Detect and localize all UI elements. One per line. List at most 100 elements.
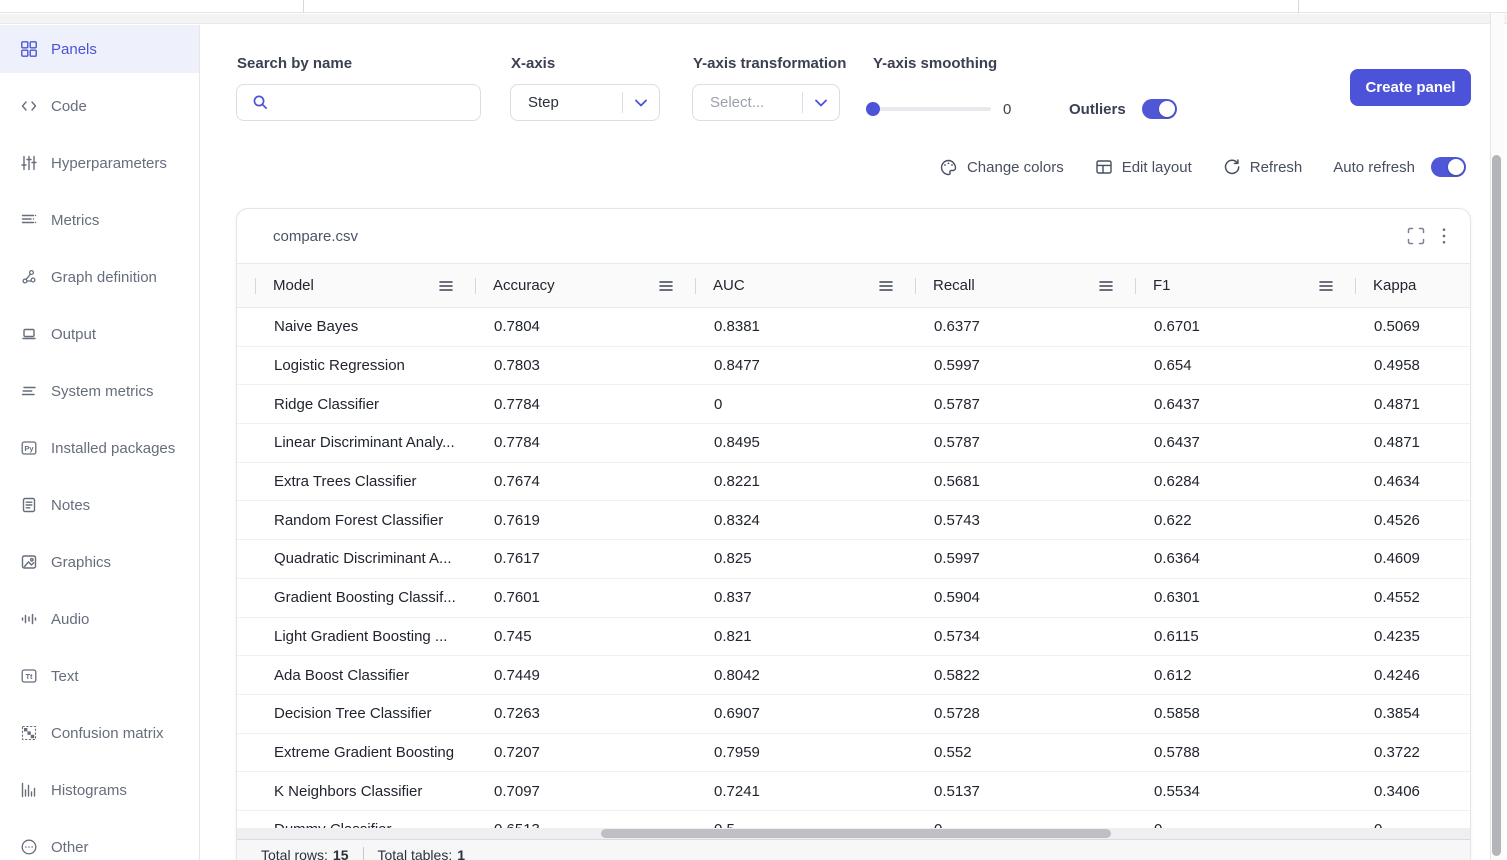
- table-row[interactable]: Naive Bayes0.78040.83810.63770.67010.506…: [237, 308, 1471, 347]
- column-label: AUC: [713, 277, 745, 294]
- image-icon: [20, 553, 38, 571]
- table-cell: 0.8324: [695, 501, 915, 539]
- column-divider: [1355, 278, 1356, 294]
- column-menu-icon[interactable]: [659, 280, 673, 292]
- chrome-divider: [303, 0, 304, 13]
- column-header-cell[interactable]: Accuracy: [475, 264, 695, 307]
- table-column-header: Model Accuracy AUC Recall F1 Kappa: [237, 263, 1470, 308]
- column-header-cell[interactable]: AUC: [695, 264, 915, 307]
- xaxis-selected-value: Step: [528, 94, 622, 111]
- column-header-cell[interactable]: F1: [1135, 264, 1355, 307]
- table-cell: 0.5822: [915, 656, 1135, 694]
- table-row[interactable]: Logistic Regression0.78030.84770.59970.6…: [237, 347, 1471, 386]
- column-menu-icon[interactable]: [1099, 280, 1113, 292]
- table-row[interactable]: Gradient Boosting Classif...0.76010.8370…: [237, 579, 1471, 618]
- sidebar-item-audio[interactable]: Audio: [0, 595, 199, 643]
- ellipsis-circle-icon: [20, 838, 38, 856]
- table-cell: 0.6907: [695, 695, 915, 733]
- search-input[interactable]: [279, 88, 478, 118]
- table-cell: 0.7803: [475, 347, 695, 385]
- table-row[interactable]: Extra Trees Classifier0.76740.82210.5681…: [237, 463, 1471, 502]
- system-lines-icon: [20, 382, 38, 400]
- table-row[interactable]: Light Gradient Boosting ...0.7450.8210.5…: [237, 618, 1471, 657]
- table-cell: 0.821: [695, 618, 915, 656]
- column-label: Recall: [933, 277, 975, 294]
- column-menu-icon[interactable]: [439, 280, 453, 292]
- table-cell: 0.6377: [915, 308, 1135, 346]
- sidebar-item-code[interactable]: Code: [0, 82, 199, 130]
- vertical-scrollbar-thumb[interactable]: [1492, 155, 1501, 856]
- sidebar-item-hyperparameters[interactable]: Hyperparameters: [0, 139, 199, 187]
- xaxis-select[interactable]: Step: [510, 84, 660, 121]
- table-cell: 0.8381: [695, 308, 915, 346]
- chevron-down-icon: [623, 99, 659, 107]
- table-cell: 0.7263: [475, 695, 695, 733]
- sidebar-item-panels[interactable]: Panels: [0, 25, 199, 73]
- column-label: Model: [273, 277, 314, 294]
- column-header-cell[interactable]: Model: [255, 264, 475, 307]
- horizontal-scrollbar-thumb[interactable]: [601, 829, 1111, 838]
- sidebar-item-other[interactable]: Other: [0, 823, 199, 860]
- auto-refresh-toggle[interactable]: [1431, 157, 1466, 177]
- table-cell: 0.3406: [1355, 772, 1471, 810]
- column-header-cell[interactable]: Kappa: [1355, 264, 1470, 307]
- table-cell: 0.622: [1135, 501, 1355, 539]
- column-label: F1: [1153, 277, 1171, 294]
- change-colors-button[interactable]: Change colors: [939, 158, 1064, 177]
- table-cell: 0.5997: [915, 347, 1135, 385]
- layout-icon: [1095, 158, 1113, 176]
- sidebar: Panels Code Hyperparameters Metrics Grap…: [0, 25, 200, 860]
- column-menu-icon[interactable]: [879, 280, 893, 292]
- table-row[interactable]: Random Forest Classifier0.76190.83240.57…: [237, 501, 1471, 540]
- table-cell: 0.4871: [1355, 385, 1471, 423]
- panels-grid-icon: [20, 40, 38, 58]
- sidebar-item-text[interactable]: Tt Text: [0, 652, 199, 700]
- table-cell: 0.5788: [1135, 734, 1355, 772]
- column-menu-icon[interactable]: [1319, 280, 1333, 292]
- chrome-divider: [1298, 0, 1299, 13]
- sidebar-item-graphics[interactable]: Graphics: [0, 538, 199, 586]
- table-cell: 0.6284: [1135, 463, 1355, 501]
- sidebar-item-system-metrics[interactable]: System metrics: [0, 367, 199, 415]
- table-row[interactable]: Ada Boost Classifier0.74490.80420.58220.…: [237, 656, 1471, 695]
- table-row[interactable]: Ridge Classifier0.778400.57870.64370.487…: [237, 385, 1471, 424]
- table-cell: 0.4634: [1355, 463, 1471, 501]
- table-cell: 0.612: [1135, 656, 1355, 694]
- table-cell: 0: [695, 385, 915, 423]
- outliers-toggle[interactable]: [1142, 99, 1177, 119]
- column-header-cell[interactable]: Recall: [915, 264, 1135, 307]
- python-package-icon: Py: [20, 439, 38, 457]
- table-row[interactable]: K Neighbors Classifier0.70970.72410.5137…: [237, 772, 1471, 811]
- table-cell: 0.825: [695, 540, 915, 578]
- table-cell: Linear Discriminant Analy...: [255, 424, 475, 462]
- kebab-menu-icon[interactable]: [1442, 228, 1446, 244]
- sidebar-item-histograms[interactable]: Histograms: [0, 766, 199, 814]
- edit-layout-button[interactable]: Edit layout: [1095, 158, 1192, 176]
- table-cell: Random Forest Classifier: [255, 501, 475, 539]
- smoothing-slider[interactable]: [867, 107, 991, 111]
- refresh-button[interactable]: Refresh: [1223, 158, 1303, 176]
- slider-thumb[interactable]: [866, 102, 880, 116]
- sidebar-item-confusion-matrix[interactable]: Confusion matrix: [0, 709, 199, 757]
- sidebar-item-label: System metrics: [51, 383, 154, 400]
- sidebar-item-graph-definition[interactable]: Graph definition: [0, 253, 199, 301]
- ysmooth-label: Y-axis smoothing: [873, 55, 997, 72]
- sidebar-item-label: Hyperparameters: [51, 155, 167, 172]
- sidebar-item-installed-packages[interactable]: Py Installed packages: [0, 424, 199, 472]
- table-cell: 0.7784: [475, 385, 695, 423]
- sidebar-item-notes[interactable]: Notes: [0, 481, 199, 529]
- ytrans-placeholder: Select...: [710, 94, 802, 111]
- graph-nodes-icon: [20, 268, 38, 286]
- table-cell: 0.552: [915, 734, 1135, 772]
- create-panel-button[interactable]: Create panel: [1350, 69, 1471, 106]
- sidebar-item-label: Text: [51, 668, 79, 685]
- table-row[interactable]: Quadratic Discriminant A...0.76170.8250.…: [237, 540, 1471, 579]
- table-row[interactable]: Linear Discriminant Analy...0.77840.8495…: [237, 424, 1471, 463]
- waveform-icon: [20, 610, 38, 628]
- expand-icon[interactable]: [1407, 227, 1425, 245]
- sidebar-item-metrics[interactable]: Metrics: [0, 196, 199, 244]
- table-row[interactable]: Extreme Gradient Boosting0.72070.79590.5…: [237, 734, 1471, 773]
- sidebar-item-output[interactable]: Output: [0, 310, 199, 358]
- table-row[interactable]: Decision Tree Classifier0.72630.69070.57…: [237, 695, 1471, 734]
- ytrans-select[interactable]: Select...: [692, 84, 840, 121]
